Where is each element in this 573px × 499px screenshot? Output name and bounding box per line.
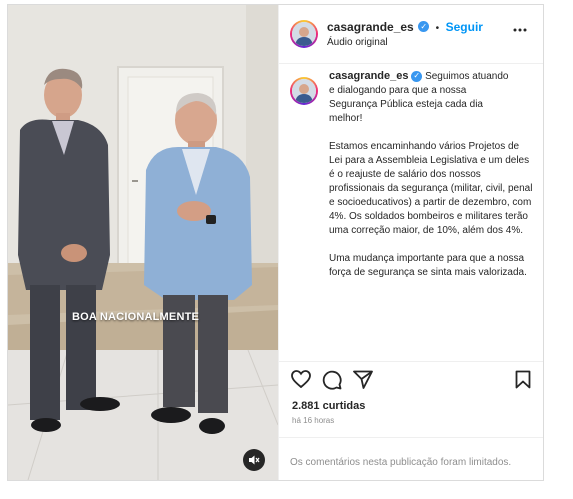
- verified-badge-icon: ✓: [411, 70, 423, 82]
- verified-badge-icon: ✓: [418, 21, 430, 33]
- caption-line-1: Seguimos atuando: [425, 71, 509, 82]
- avatar-photo: [292, 22, 316, 46]
- action-bar: [279, 361, 543, 392]
- mute-toggle-button[interactable]: [243, 449, 265, 471]
- author-avatar[interactable]: [290, 20, 318, 48]
- follow-button[interactable]: Seguir: [446, 20, 483, 34]
- author-username[interactable]: casagrande_es: [327, 20, 414, 34]
- caption-username[interactable]: casagrande_es: [329, 70, 409, 82]
- comments-limited-notice: Os comentários nesta publicação foram li…: [279, 437, 543, 480]
- share-icon[interactable]: [353, 370, 373, 389]
- more-options-icon[interactable]: [513, 28, 527, 32]
- caption-line-2: e dialogando para que a nossa: [329, 85, 467, 96]
- heart-icon[interactable]: [291, 370, 311, 388]
- caption-line-4: melhor!: [329, 113, 363, 124]
- likes-count[interactable]: 2.881 curtidas: [292, 400, 365, 412]
- caption-paragraph-3: Uma mudança importante para que a nossa …: [329, 253, 527, 278]
- bookmark-icon[interactable]: [515, 370, 531, 389]
- comment-icon[interactable]: [322, 370, 342, 390]
- post-caption: casagrande_es ✓ Seguimos atuando e dialo…: [289, 69, 534, 294]
- video-caption-overlay: BOA NACIONALMENTE: [72, 311, 200, 323]
- audio-label[interactable]: Áudio original: [327, 37, 388, 48]
- muted-speaker-icon: [249, 455, 260, 465]
- caption-line-3: Segurança Pública esteja cada dia: [329, 99, 483, 110]
- post-video[interactable]: BOA NACIONALMENTE: [8, 5, 278, 480]
- separator-dot: •: [435, 23, 440, 34]
- caption-first-paragraph: casagrande_es ✓ Seguimos atuando e dialo…: [329, 69, 534, 126]
- post-timestamp[interactable]: há 16 horas: [292, 416, 334, 425]
- caption-paragraph-2: Estamos encaminhando vários Projetos de …: [329, 141, 533, 236]
- header-top-line: casagrande_es ✓ • Seguir: [327, 18, 483, 36]
- post-side-panel: casagrande_es ✓ • Seguir Áudio original: [278, 5, 543, 480]
- instagram-post: BOA NACIONALMENTE casagrande_es ✓ • Segu…: [7, 4, 544, 481]
- video-frame: [8, 5, 278, 480]
- post-header: casagrande_es ✓ • Seguir Áudio original: [279, 5, 543, 64]
